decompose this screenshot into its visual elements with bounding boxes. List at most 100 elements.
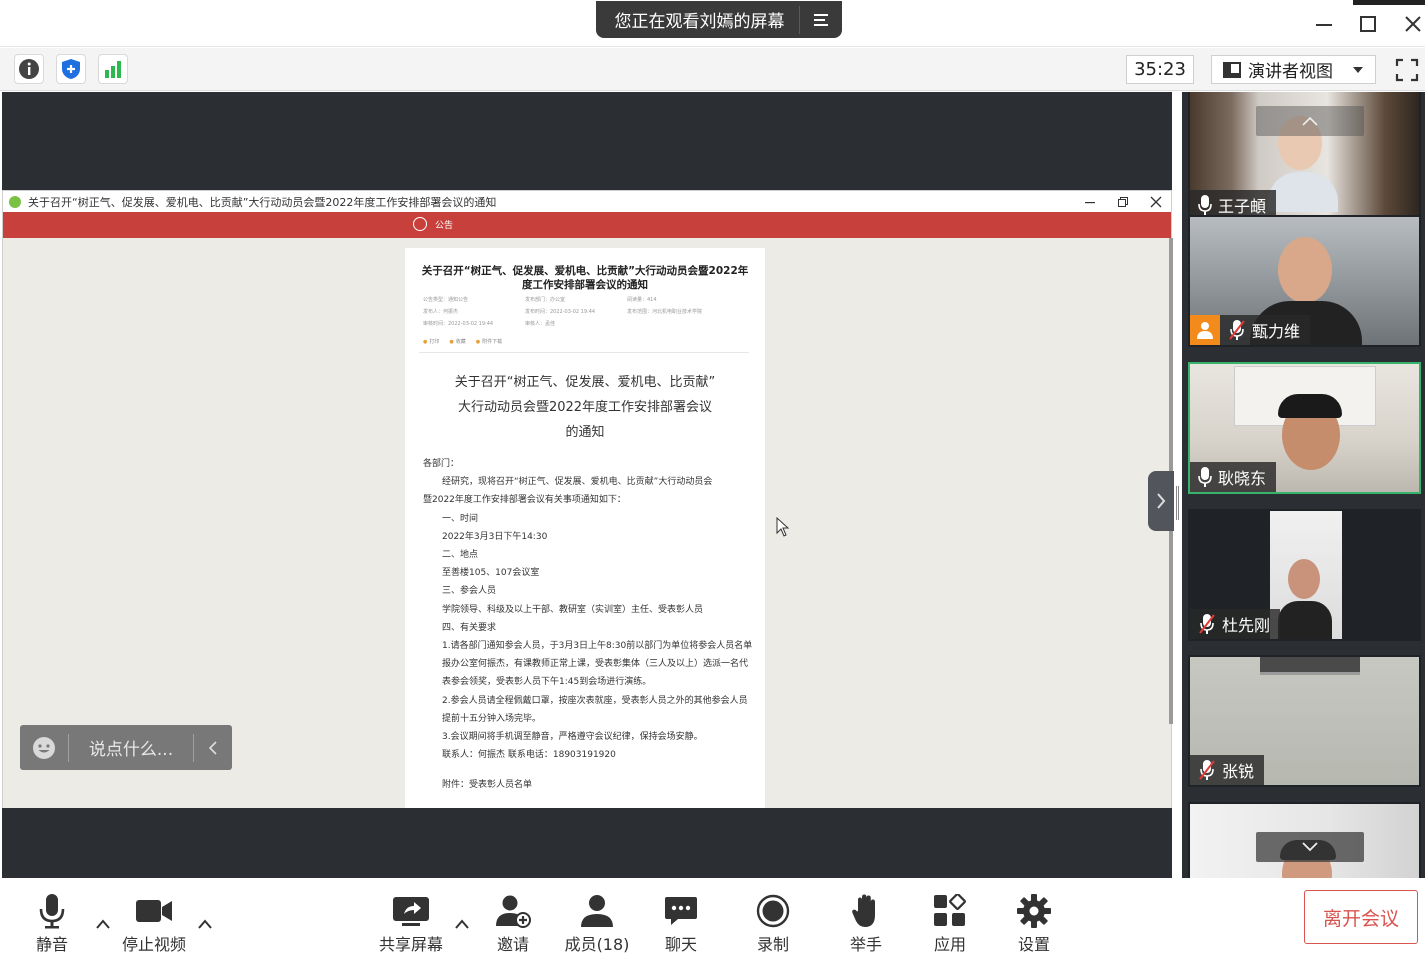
- settings-button[interactable]: 设置: [1011, 878, 1057, 955]
- share-options-chevron-up-icon[interactable]: [455, 918, 469, 930]
- maximize-button[interactable]: [1348, 6, 1388, 42]
- chat-button[interactable]: 聊天: [658, 878, 704, 955]
- requirement-item: 1.请各部门通知参会人员，于3月3日上午8:30前以部门为单位将参会人员名单报办…: [442, 641, 753, 688]
- participant-tile[interactable]: 杜先刚: [1188, 509, 1421, 641]
- document-body: 各部门： 经研究，现将召开“树正气、促发展、爱机电、比贡献”大行动动员会 暨20…: [423, 455, 753, 795]
- raise-hand-label: 举手: [849, 935, 882, 954]
- section-value: 2022年3月3日下午14:30: [442, 531, 548, 542]
- microphone-muted-icon: [1228, 319, 1246, 341]
- resize-handle[interactable]: [1176, 486, 1179, 520]
- mute-button[interactable]: 静音: [27, 878, 77, 955]
- big-title-line: 关于召开“树正气、促发展、爱机电、比贡献”: [454, 375, 716, 390]
- minimize-button[interactable]: [1304, 6, 1344, 42]
- participant-tile[interactable]: 张锐: [1188, 655, 1421, 787]
- stop-video-button[interactable]: 停止视频: [114, 878, 194, 955]
- avatar-icon: [1190, 315, 1220, 345]
- fullscreen-icon[interactable]: [1393, 55, 1421, 84]
- view-mode-dropdown[interactable]: 演讲者视图: [1211, 55, 1376, 84]
- salutation: 各部门：: [423, 459, 460, 469]
- intro-line: 经研究，现将召开“树正气、促发展、爱机电、比贡献”大行动动员会: [442, 477, 713, 488]
- participant-hair: [1278, 394, 1342, 418]
- sharing-banner-text: 您正在观看刘嫣的屏幕: [614, 12, 785, 32]
- meta-item: 审核人：孟佳: [525, 321, 556, 327]
- members-label: 成员(18): [564, 935, 630, 954]
- collapse-gallery-button[interactable]: [1148, 471, 1174, 531]
- chevron-right-icon: [1157, 493, 1166, 509]
- chevron-down-icon: [1302, 842, 1318, 852]
- users-icon: [579, 893, 615, 929]
- attachment-line: 附件：受表彰人员名单: [442, 780, 533, 791]
- section-heading: 三、参会人员: [442, 586, 497, 597]
- leave-meeting-button[interactable]: 离开会议: [1304, 890, 1418, 944]
- shared-window-titlebar: 关于召开“树正气、促发展、爱机电、比贡献”大行动动员会暨2022年度工作安排部署…: [3, 191, 1171, 212]
- window-corner-accent: [1353, 0, 1425, 5]
- chat-input-bar[interactable]: 说点什么...: [20, 725, 232, 770]
- meta-item: 发布人：何振杰: [423, 309, 459, 315]
- participant-gallery: 王子頔 甄力维 耿晓东 杜先刚 张锐: [1182, 92, 1425, 878]
- announcement-icon: [413, 217, 427, 231]
- share-screen-button[interactable]: 共享屏幕: [372, 878, 450, 955]
- hand-icon: [851, 893, 881, 929]
- meta-item: 公告类型：通知公告: [423, 297, 469, 303]
- security-shield-icon[interactable]: [56, 54, 86, 84]
- video-camera-icon: [135, 893, 173, 929]
- shared-minimize-icon: [1073, 191, 1107, 212]
- participant-name: 王子頔: [1218, 197, 1267, 216]
- announcement-label: 公告: [435, 220, 454, 231]
- participant-name: 张锐: [1222, 762, 1255, 781]
- participant-name: 甄力维: [1252, 322, 1301, 341]
- record-icon: [756, 893, 790, 929]
- meeting-window: 您正在观看刘嫣的屏幕 35:23 演讲者视图 关于召开“树正气、促发展、爱机电、…: [0, 0, 1425, 955]
- section-heading: 一、时间: [442, 513, 479, 524]
- video-options-chevron-up-icon[interactable]: [198, 918, 212, 930]
- participant-tile[interactable]: 甄力维: [1188, 215, 1421, 347]
- section-heading: 四、有关要求: [442, 622, 497, 633]
- contact-line: 联系人：何振杰 联系电话：18903191920: [442, 750, 616, 761]
- announcement-header-bar: 公告: [3, 212, 1171, 238]
- meta-item: 阅读量：414: [627, 297, 657, 303]
- add-user-icon: [495, 893, 531, 929]
- gallery-scroll-up-button[interactable]: [1256, 106, 1364, 136]
- microphone-icon: [1198, 194, 1212, 216]
- members-button[interactable]: 成员(18): [560, 878, 634, 955]
- chat-bubble-icon: [664, 893, 698, 929]
- title-bar: 您正在观看刘嫣的屏幕: [0, 0, 1425, 47]
- close-button[interactable]: [1393, 6, 1425, 42]
- record-button[interactable]: 录制: [750, 878, 796, 955]
- window-frame: [1260, 657, 1360, 675]
- stop-video-label: 停止视频: [121, 935, 186, 954]
- participant-tile-active-speaker[interactable]: 耿晓东: [1188, 362, 1421, 494]
- invite-button[interactable]: 邀请: [490, 878, 536, 955]
- chevron-left-icon[interactable]: [194, 740, 232, 755]
- participant-name-tag: 耿晓东: [1190, 462, 1277, 492]
- raise-hand-button[interactable]: 举手: [843, 878, 889, 955]
- favorite-action: 收藏: [449, 338, 466, 345]
- document-page: 关于召开“树正气、促发展、爱机电、比贡献” 大行动动员会暨2022年度工作安排部署…: [405, 248, 765, 808]
- signal-strength-icon[interactable]: [98, 54, 128, 84]
- apps-button[interactable]: 应用: [927, 878, 973, 955]
- microphone-icon: [1198, 466, 1212, 488]
- invite-label: 邀请: [496, 935, 529, 954]
- chevron-up-icon: [1302, 116, 1318, 126]
- intro-line: 暨2022年度工作安排部署会议有关事项通知如下：: [423, 495, 626, 506]
- info-icon[interactable]: [14, 54, 44, 84]
- gallery-scroll-down-button[interactable]: [1256, 832, 1364, 862]
- document-divider: [419, 352, 749, 353]
- requirement-item: 2.参会人员请全程佩戴口罩，按座次表就座，受表彰人员之外的其他参会人员提前十五分…: [442, 695, 748, 724]
- meeting-timer: 35:23: [1126, 55, 1194, 84]
- participant-name-tag: 杜先刚: [1190, 609, 1281, 639]
- microphone-muted-icon: [1198, 613, 1216, 635]
- settings-label: 设置: [1017, 935, 1050, 954]
- section-value: 至善楼105、107会议室: [442, 568, 540, 579]
- meta-item: 发布范围：河北机电职业技术学院: [627, 309, 703, 315]
- emoji-icon[interactable]: [20, 736, 68, 760]
- participant-body: [1278, 601, 1332, 639]
- audio-options-chevron-up-icon[interactable]: [96, 918, 110, 930]
- share-screen-label: 共享屏幕: [378, 935, 443, 954]
- sharing-banner[interactable]: 您正在观看刘嫣的屏幕: [596, 1, 842, 38]
- chat-placeholder[interactable]: 说点什么...: [69, 735, 193, 760]
- banner-menu-icon[interactable]: [800, 12, 842, 28]
- meta-item: 审核时间：2022-03-02 19:44: [423, 321, 494, 327]
- section-value: 学院领导、科级及以上干部、教研室（实训室）主任、受表彰人员: [442, 604, 704, 615]
- record-label: 录制: [756, 935, 789, 954]
